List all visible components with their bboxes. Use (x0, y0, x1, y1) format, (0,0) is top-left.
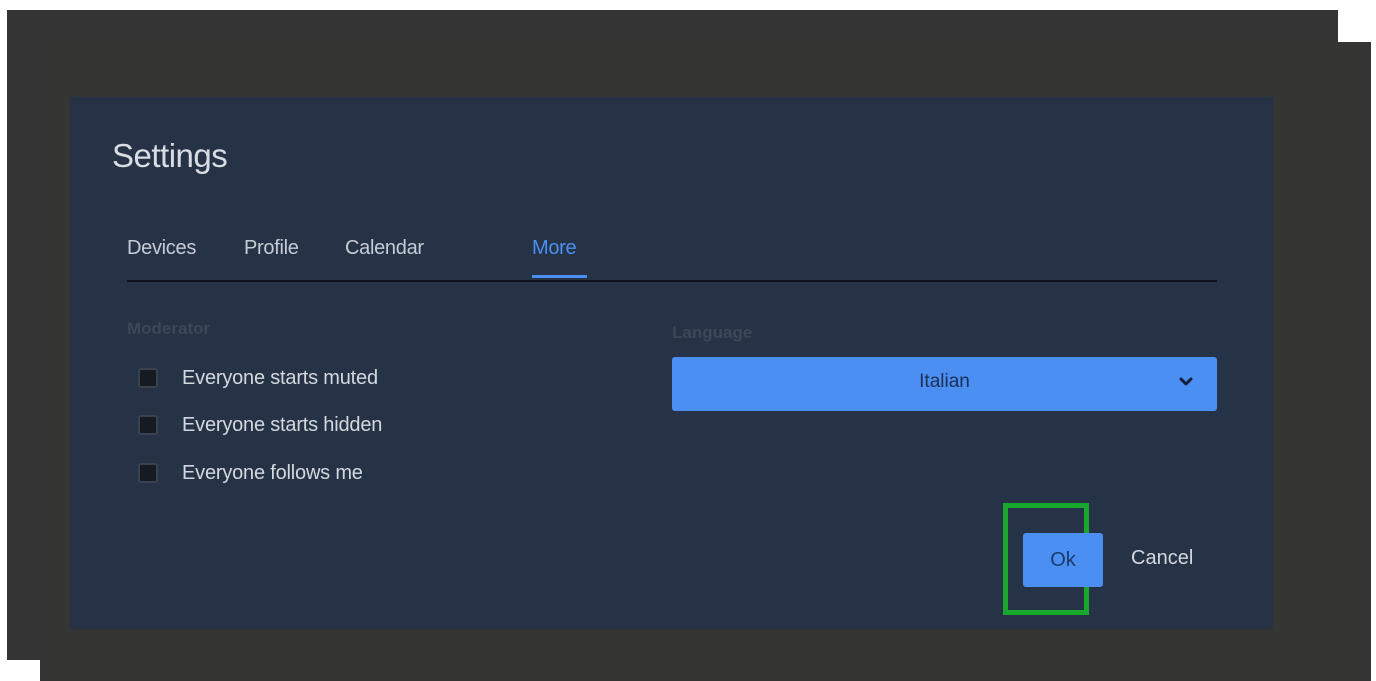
chevron-down-icon (1179, 377, 1193, 386)
active-tab-indicator (532, 275, 587, 278)
ok-button[interactable]: Ok (1023, 533, 1103, 587)
option-everyone-starts-hidden[interactable]: Everyone starts hidden (138, 411, 382, 439)
checkbox-everyone-starts-hidden[interactable] (138, 415, 158, 435)
tab-devices[interactable]: Devices (127, 237, 196, 260)
cancel-button[interactable]: Cancel (1131, 547, 1193, 570)
checkbox-label: Everyone starts hidden (182, 413, 383, 436)
moderator-heading: Moderator (127, 319, 211, 338)
checkbox-label: Everyone starts muted (182, 366, 378, 389)
tab-calendar[interactable]: Calendar (345, 237, 424, 260)
checkbox-label: Everyone follows me (182, 461, 363, 484)
settings-dialog: Settings Devices Profile Calendar More M… (70, 97, 1273, 629)
language-select[interactable]: Italian (672, 357, 1217, 411)
screen: Settings Devices Profile Calendar More M… (0, 0, 1376, 681)
option-everyone-follows-me[interactable]: Everyone follows me (138, 459, 363, 487)
language-selected-value: Italian (919, 371, 970, 392)
tab-more[interactable]: More (532, 237, 577, 260)
tab-profile[interactable]: Profile (244, 237, 299, 260)
settings-tabs: Devices Profile Calendar More (127, 237, 1217, 282)
option-everyone-starts-muted[interactable]: Everyone starts muted (138, 364, 378, 392)
checkbox-everyone-starts-muted[interactable] (138, 368, 158, 388)
checkbox-everyone-follows-me[interactable] (138, 463, 158, 483)
language-heading: Language (672, 323, 753, 342)
dialog-title: Settings (112, 137, 228, 174)
